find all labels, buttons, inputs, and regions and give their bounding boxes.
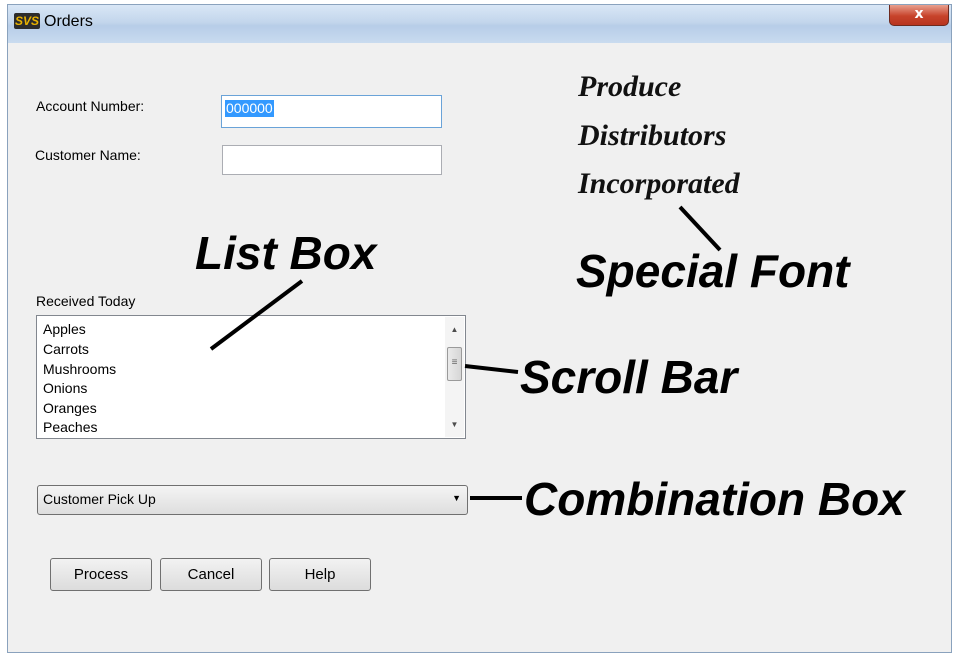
- special-font-pointer-line: [678, 205, 722, 252]
- list-box-pointer-line: [209, 279, 304, 351]
- scroll-bar-pointer-line: [464, 364, 519, 374]
- annotation-pointers: [209, 205, 722, 500]
